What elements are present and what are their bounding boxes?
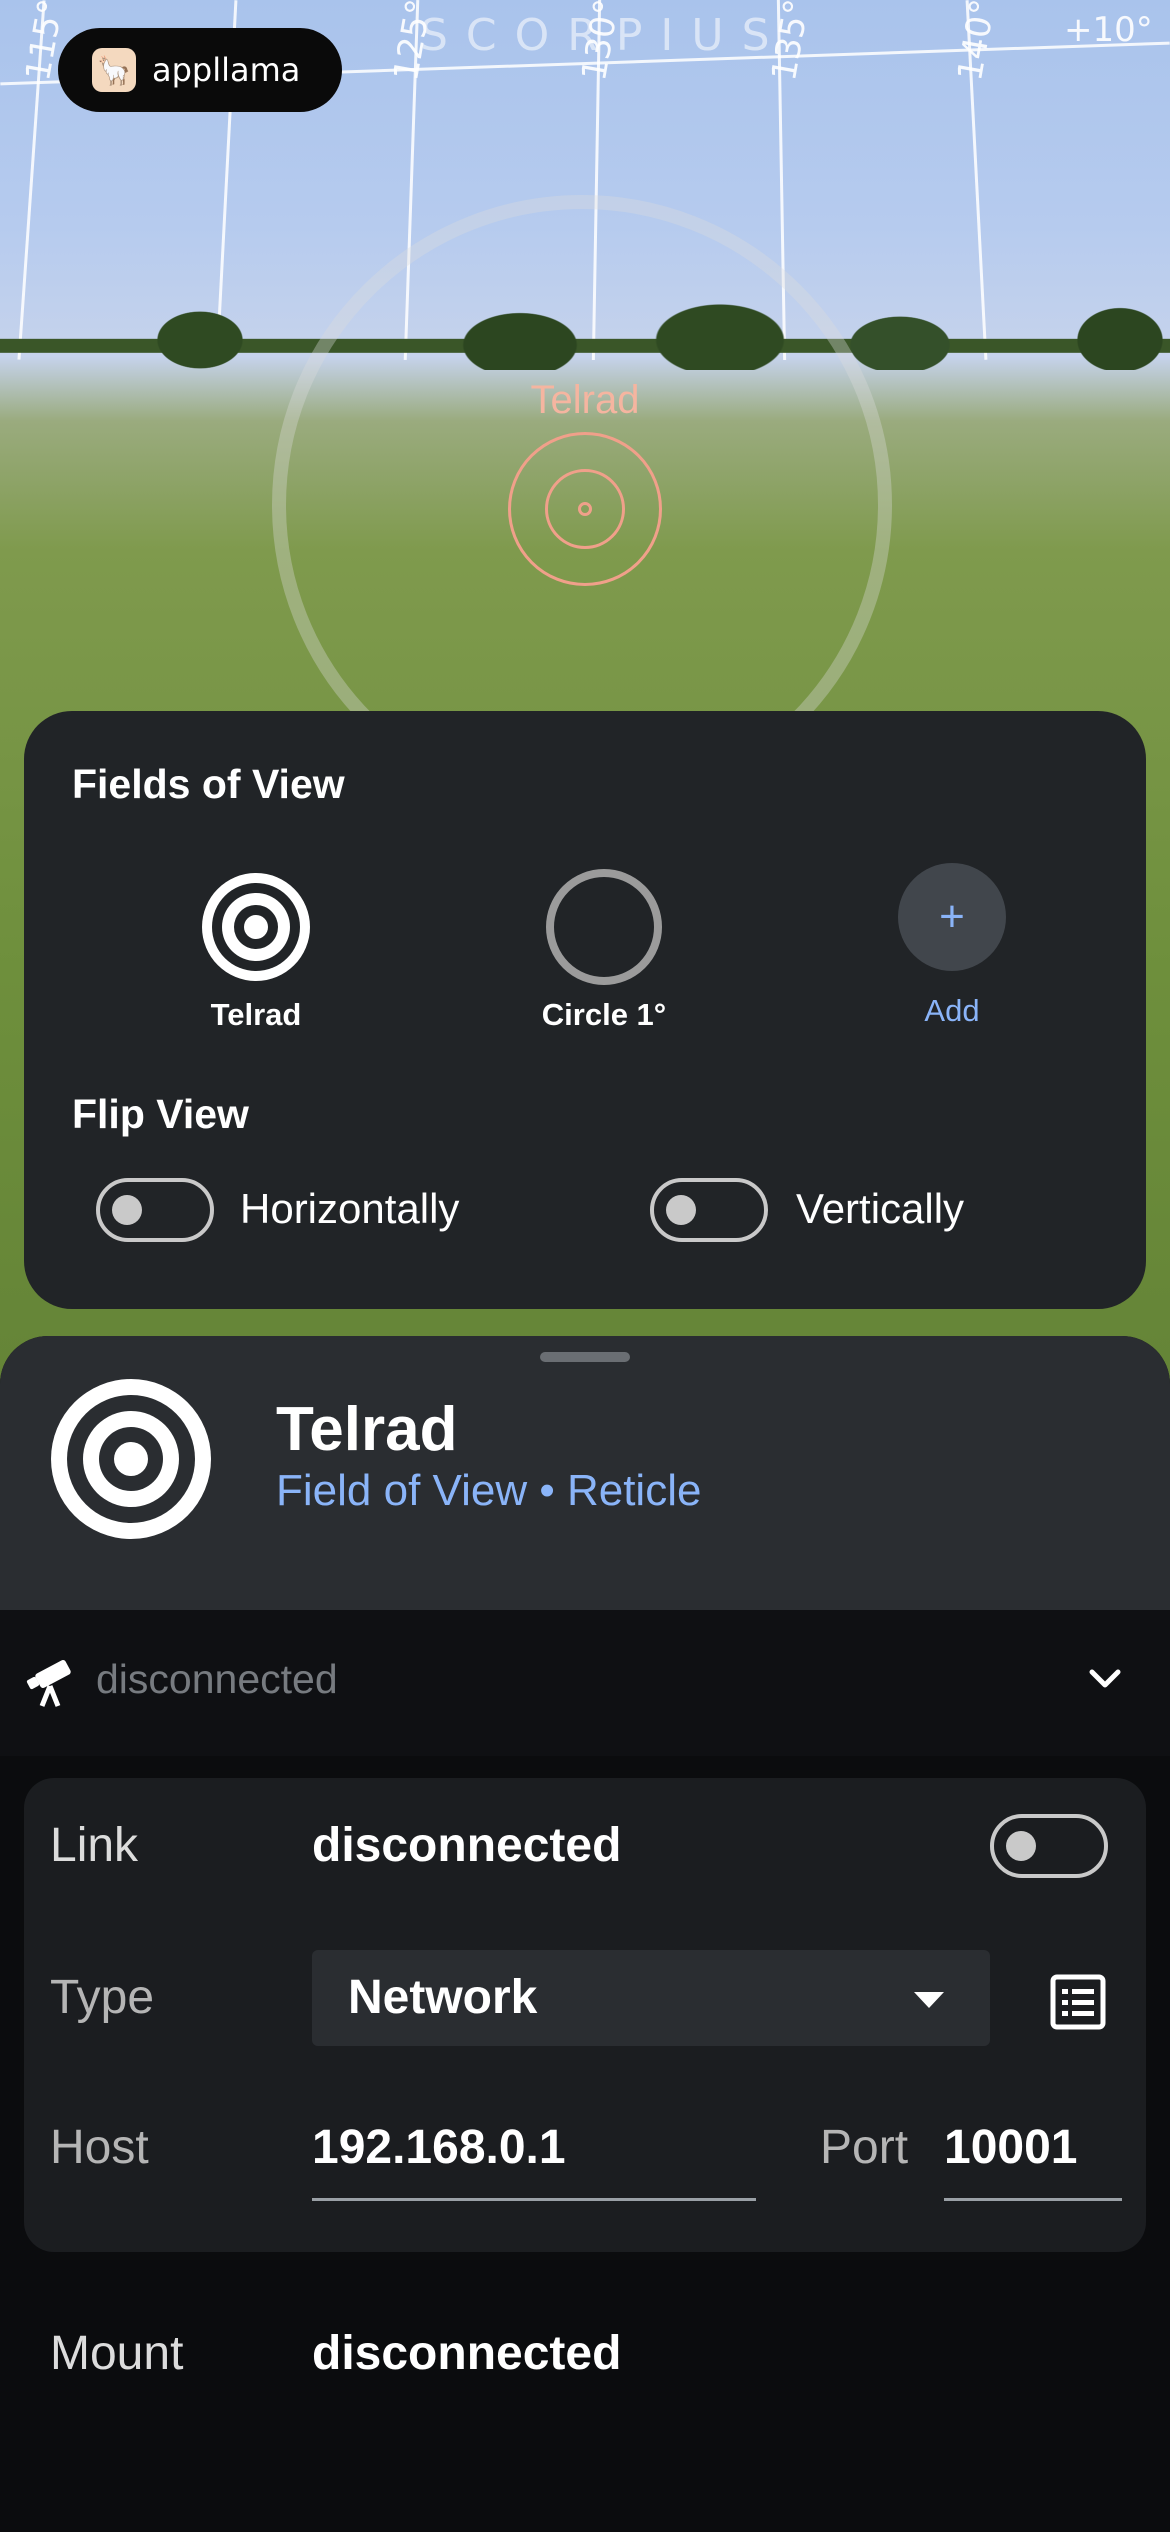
mount-label: Mount	[50, 2327, 184, 2380]
link-toggle[interactable]	[990, 1814, 1108, 1878]
degree-label: +10°	[1064, 10, 1153, 50]
chevron-down-icon[interactable]	[1080, 1654, 1130, 1704]
port-input-underline	[944, 2198, 1122, 2201]
fov-option-label: Circle 1°	[541, 997, 667, 1032]
add-fov-label: Add	[924, 993, 980, 1028]
port-input[interactable]: 10001	[944, 2120, 1077, 2175]
telrad-reticle-center	[578, 502, 592, 516]
host-input[interactable]: 192.168.0.1	[312, 2120, 566, 2175]
flip-view-title: Flip View	[72, 1091, 249, 1137]
fields-of-view-panel: Fields of View Telrad Circle 1° + Add Fl…	[24, 711, 1146, 1309]
toggle-knob	[112, 1195, 142, 1225]
link-value: disconnected	[312, 1819, 622, 1872]
fov-option-label: Telrad	[210, 997, 302, 1032]
brand-name: appllama	[152, 51, 301, 89]
host-label: Host	[50, 2121, 149, 2174]
telrad-reticle-icon	[50, 1378, 212, 1540]
flip-horizontal-label: Horizontally	[240, 1185, 460, 1232]
telescope-icon	[26, 1656, 78, 1708]
sheet-header: Telrad Field of View • Reticle	[0, 1336, 1170, 1610]
fov-option-telrad[interactable]: Telrad	[136, 867, 376, 1033]
connection-type-value: Network	[348, 1971, 538, 2024]
fov-section-title: Fields of View	[72, 761, 345, 807]
object-subtitle: Field of View • Reticle	[276, 1466, 702, 1515]
add-fov-button[interactable]: + Add	[832, 863, 1072, 1029]
flip-vertical-toggle[interactable]	[650, 1178, 768, 1242]
type-label: Type	[50, 1971, 155, 2024]
plus-icon: +	[898, 863, 1006, 971]
circle-icon	[544, 867, 664, 987]
object-detail-sheet: Telrad Field of View • Reticle disconnec…	[0, 1336, 1170, 2532]
connection-type-select[interactable]: Network	[312, 1950, 990, 2046]
object-title: Telrad	[276, 1395, 458, 1464]
connection-status-text: disconnected	[96, 1656, 338, 1702]
port-label: Port	[820, 2121, 909, 2174]
connection-settings-card: Link disconnected Type Network Host 192.…	[24, 1778, 1146, 2252]
mount-value: disconnected	[312, 2327, 622, 2380]
list-icon[interactable]	[1050, 1974, 1106, 2030]
telrad-reticle-icon	[196, 867, 316, 987]
degree-label: 140°	[950, 0, 1004, 84]
link-label: Link	[50, 1819, 139, 1872]
sheet-drag-handle[interactable]	[540, 1352, 630, 1362]
llama-icon: 🦙	[92, 48, 136, 92]
fov-option-circle[interactable]: Circle 1°	[484, 867, 724, 1033]
fov-overlay-label: Telrad	[530, 378, 640, 422]
app-logo[interactable]: 🦙 appllama	[58, 28, 342, 112]
toggle-knob	[666, 1195, 696, 1225]
constellation-label: SCORPIUS	[420, 10, 788, 61]
toggle-knob	[1006, 1831, 1036, 1861]
flip-horizontal-toggle[interactable]	[96, 1178, 214, 1242]
connection-status-row[interactable]: disconnected	[0, 1610, 1170, 1756]
flip-vertical-label: Vertically	[796, 1185, 965, 1232]
dropdown-arrow-icon	[914, 1992, 944, 2008]
host-input-underline	[312, 2198, 756, 2201]
